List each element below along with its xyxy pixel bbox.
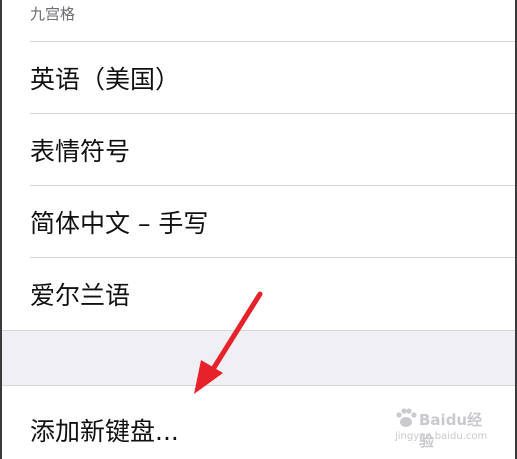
group-separator	[2, 330, 515, 386]
list-item-emoji[interactable]: 表情符号	[2, 114, 515, 186]
paw-icon	[396, 408, 417, 427]
baidu-jingyan-watermark: Baidu经验 jingyan.baidu.com	[393, 403, 493, 450]
list-item-english-us[interactable]: 英语（美国）	[2, 42, 515, 114]
list-item-label: 爱尔兰语	[30, 281, 131, 310]
list-item-irish[interactable]: 爱尔兰语	[2, 258, 515, 330]
keyboards-screen: 九宫格 英语（美国） 表情符号 简体中文 – 手写 爱尔兰语 添加新键盘...	[0, 0, 517, 459]
watermark-url: jingyan.baidu.com	[395, 431, 488, 442]
list-item-label: 英语（美国）	[30, 65, 181, 94]
watermark-brand: Baidu经验	[419, 411, 483, 450]
list-item-label: 简体中文 – 手写	[30, 209, 209, 238]
list-item-label: 表情符号	[30, 137, 131, 166]
list-item-nine-grid[interactable]: 九宫格	[2, 0, 515, 42]
list-item-simplified-chinese-handwriting[interactable]: 简体中文 – 手写	[2, 186, 515, 258]
list-item-label: 九宫格	[30, 5, 76, 23]
add-new-keyboard-label: 添加新键盘...	[30, 417, 179, 446]
